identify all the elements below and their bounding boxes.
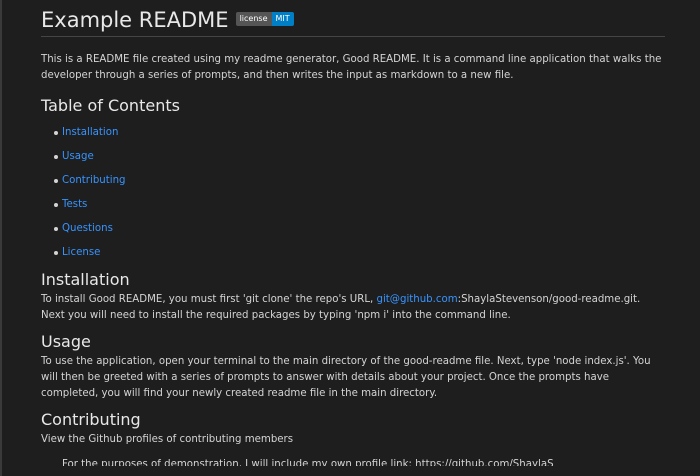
intro-paragraph: This is a README file created using my r… <box>41 54 662 81</box>
installation-paragraph: To install Good README, you must first '… <box>41 292 667 324</box>
toc-heading: Table of Contents <box>41 96 180 115</box>
toc-item-tests: Tests <box>54 193 667 217</box>
installation-heading: Installation <box>41 270 130 289</box>
page-title: Example README license MIT <box>41 0 667 34</box>
title-divider <box>41 36 665 37</box>
markdown-preview: Example README license MIT This is a REA… <box>0 0 700 476</box>
license-badge-value: MIT <box>271 12 294 26</box>
license-badge-label: license <box>235 12 272 26</box>
toc-link-questions[interactable]: Questions <box>62 223 113 234</box>
toc-link-installation[interactable]: Installation <box>62 127 118 138</box>
editor-border <box>0 0 2 476</box>
toc-item-license: License <box>54 241 667 265</box>
contributing-list-item-partial: For the purposes of demonstration, I wil… <box>62 459 554 466</box>
toc-item-questions: Questions <box>54 217 667 241</box>
usage-heading: Usage <box>41 332 91 351</box>
toc-link-usage[interactable]: Usage <box>62 151 94 162</box>
toc-link-tests[interactable]: Tests <box>62 199 87 210</box>
toc-list: Installation Usage Contributing Tests Qu… <box>41 121 667 265</box>
toc-item-usage: Usage <box>54 145 667 169</box>
toc-item-installation: Installation <box>54 121 667 145</box>
toc-item-contributing: Contributing <box>54 169 667 193</box>
contributing-heading: Contributing <box>41 410 141 429</box>
contributing-paragraph: View the Github profiles of contributing… <box>41 434 294 445</box>
toc-link-contributing[interactable]: Contributing <box>62 175 126 186</box>
installation-text-before: To install Good README, you must first '… <box>41 294 377 305</box>
page-title-text: Example README <box>41 8 229 32</box>
license-badge[interactable]: license MIT <box>235 12 294 26</box>
readme-content: Example README license MIT This is a REA… <box>41 0 667 466</box>
usage-paragraph: To use the application, open your termin… <box>41 356 651 399</box>
git-url-link[interactable]: git@github.com <box>377 294 458 305</box>
toc-link-license[interactable]: License <box>62 247 100 258</box>
